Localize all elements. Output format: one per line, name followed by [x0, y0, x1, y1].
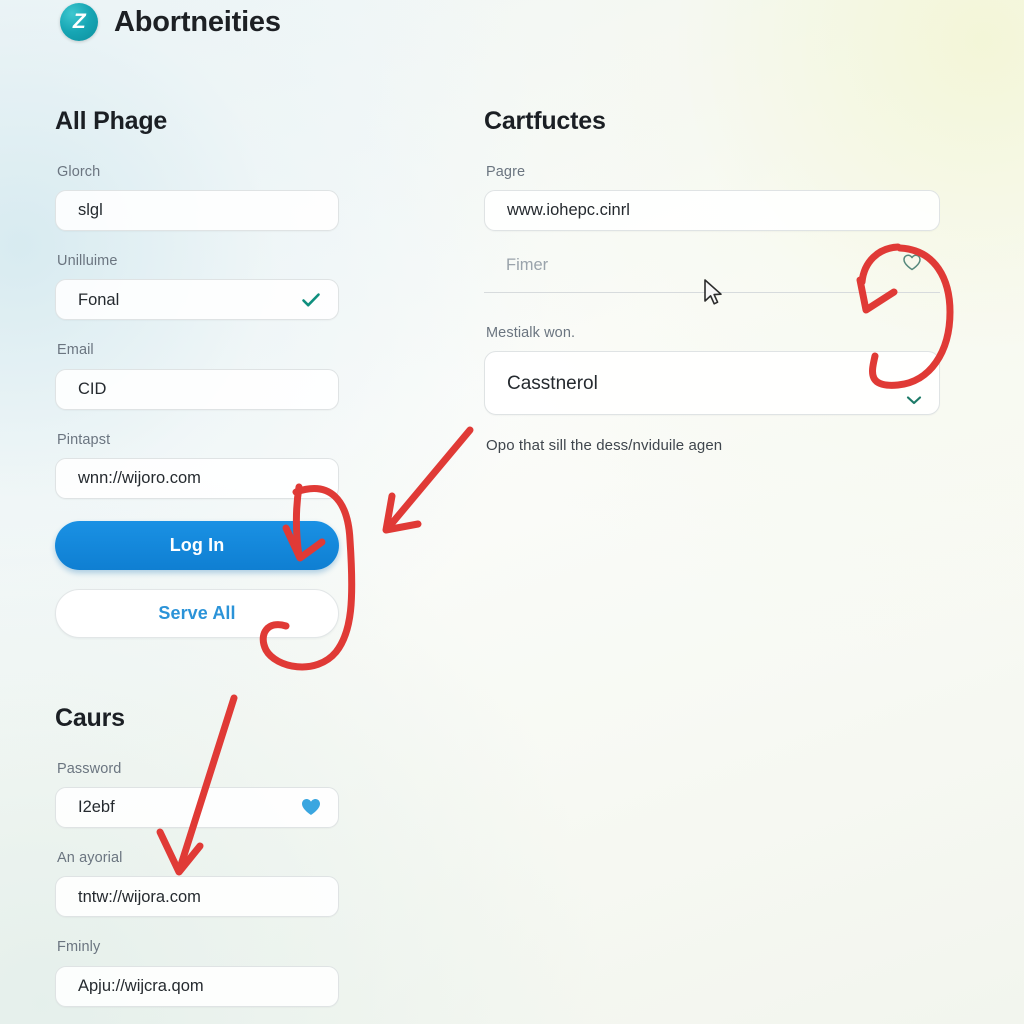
field-label-unilluime: Unilluime — [57, 252, 118, 269]
lower-panel: Caurs Password I2ebf An ayorial tntw://w… — [55, 704, 339, 1024]
serve-all-button[interactable]: Serve All — [55, 589, 339, 639]
right-panel-footnote: Opo that sill the dess/nviduile agen — [486, 437, 723, 455]
heart-filled-icon[interactable] — [300, 797, 322, 817]
field-label-an-ayorial: An ayorial — [57, 849, 123, 866]
field-label-glorch: Glorch — [57, 163, 101, 180]
field-glorch: Glorch slgl — [55, 164, 339, 231]
page-title: Abortneities — [114, 5, 281, 38]
input-pagre-value: www.iohepc.cinrl — [507, 202, 630, 219]
input-glorch[interactable]: slgl — [55, 189, 339, 231]
field-label-email: Email — [57, 342, 94, 359]
input-glorch-value: slgl — [78, 202, 103, 219]
select-mestialk[interactable]: Casstnerol — [484, 351, 940, 416]
field-pagre: Pagre www.iohepc.cinrl — [484, 164, 940, 231]
input-pintapst[interactable]: wnn://wijoro.com — [55, 458, 339, 500]
field-pintapst: Pintapst wnn://wijoro.com — [55, 431, 339, 500]
input-an-ayorial-value: tntw://wijora.com — [78, 888, 201, 906]
field-password: Password I2ebf — [55, 761, 339, 828]
input-an-ayorial[interactable]: tntw://wijora.com — [55, 876, 339, 918]
field-label-password: Password — [57, 760, 122, 777]
field-label-pintapst: Pintapst — [57, 431, 111, 448]
app-root: Z Abortneities All Phage Glorch slgl Uni… — [0, 0, 1024, 1024]
select-mestialk-value: Casstnerol — [507, 373, 598, 393]
app-header: Z Abortneities — [60, 0, 281, 44]
input-fminly-value: Apju://wijcra.qom — [78, 977, 204, 995]
lower-panel-title: Caurs — [55, 704, 125, 732]
field-label-mestialk: Mestialk won. — [486, 324, 576, 341]
input-password[interactable]: I2ebf — [55, 786, 339, 828]
field-label-pagre: Pagre — [486, 163, 526, 180]
check-icon — [300, 289, 322, 311]
heart-outline-icon[interactable] — [902, 253, 922, 277]
right-panel-title: Cartfuctes — [484, 107, 606, 135]
input-fminly[interactable]: Apju://wijcra.qom — [55, 965, 339, 1007]
input-unilluime[interactable]: Fonal — [55, 279, 339, 321]
input-password-value: I2ebf — [78, 799, 115, 816]
input-pagre[interactable]: www.iohepc.cinrl — [484, 189, 940, 231]
field-fminly: Fminly Apju://wijcra.qom — [55, 939, 339, 1007]
field-mestialk: Mestialk won. Casstnerol — [484, 324, 940, 416]
input-fimer-placeholder: Fimer — [506, 255, 549, 274]
field-an-ayorial: An ayorial tntw://wijora.com — [55, 849, 339, 918]
input-email[interactable]: CID — [55, 368, 339, 410]
red-diagonal-arrow-pointing-to-login — [382, 426, 474, 534]
login-button[interactable]: Log In — [55, 521, 339, 571]
field-unilluime: Unilluime Fonal — [55, 252, 339, 321]
left-panel-title: All Phage — [55, 107, 168, 135]
field-email: Email CID — [55, 342, 339, 410]
logo-letter: Z — [72, 9, 86, 33]
left-panel: All Phage Glorch slgl Unilluime Fonal Em… — [55, 107, 339, 639]
input-unilluime-value: Fonal — [78, 291, 120, 309]
chevron-down-icon[interactable] — [905, 394, 923, 406]
input-pintapst-value: wnn://wijoro.com — [78, 470, 201, 487]
field-label-fminly: Fminly — [57, 939, 101, 956]
input-email-value: CID — [78, 380, 107, 398]
z-logo-icon: Z — [60, 3, 98, 41]
mouse-cursor — [704, 279, 722, 305]
